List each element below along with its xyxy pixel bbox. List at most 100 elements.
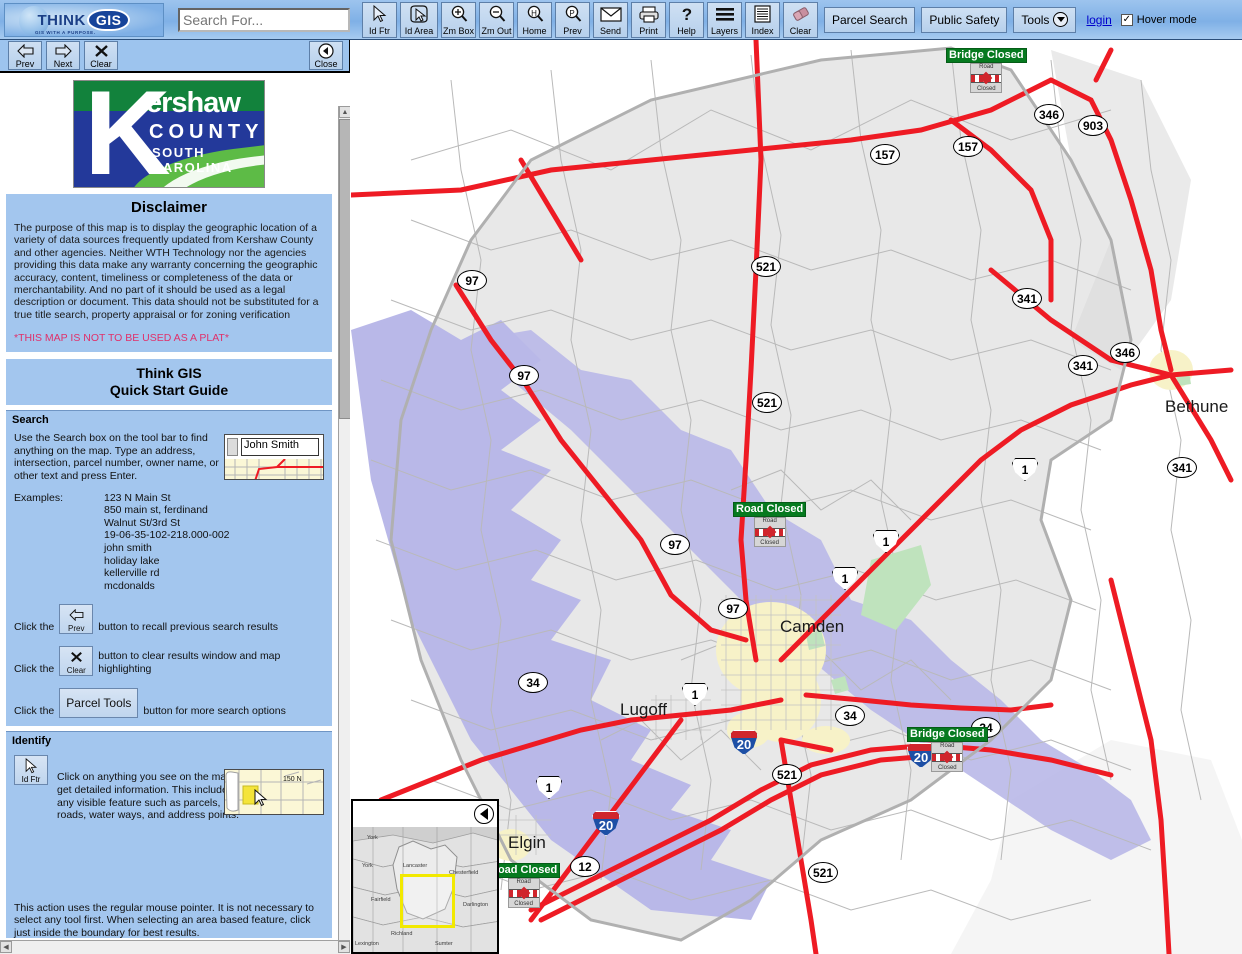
tool-button-id-ftr[interactable]: Id Ftr: [362, 2, 397, 38]
logo-county-text: COUNTY: [149, 121, 263, 144]
hover-mode-label: Hover mode: [1137, 14, 1197, 26]
public-safety-button[interactable]: Public Safety: [921, 7, 1007, 33]
route-shield-97-b: 97: [509, 365, 539, 386]
disclaimer-warning: *THIS MAP IS NOT TO BE USED AS A PLAT*: [6, 326, 332, 352]
city-label-bethune: Bethune: [1165, 397, 1228, 417]
sidebar-prev-button[interactable]: Prev: [8, 41, 42, 70]
route-shield-97-d: 97: [718, 598, 748, 619]
inset-county-label: Sumter: [435, 941, 453, 947]
inset-county-label: York: [367, 835, 378, 841]
hover-mode-toggle[interactable]: ✓ Hover mode: [1121, 14, 1197, 26]
sidebar-vertical-scrollbar[interactable]: ▲ ▼: [338, 106, 350, 954]
route-shield-346-a: 346: [1034, 104, 1064, 125]
closure-marker-road-closed-camden[interactable]: Road Closed Road Closed: [733, 502, 806, 547]
search-examples: Examples: 123 N Main St 850 main st, fer…: [14, 492, 324, 593]
tool-button-id-area[interactable]: Id Area: [400, 2, 438, 38]
hover-mode-checkbox[interactable]: ✓: [1121, 14, 1133, 26]
route-shield-12: 12: [570, 856, 600, 877]
route-shield-341-a: 341: [1012, 288, 1042, 309]
route-shield-346-b: 346: [1110, 342, 1140, 363]
tool-label: Send: [600, 26, 621, 36]
sidebar-clear-label: Clear: [90, 59, 112, 69]
inset-extent-box[interactable]: [400, 874, 455, 928]
area-select-icon: [401, 3, 437, 26]
tools-menu-button[interactable]: Tools: [1013, 7, 1076, 33]
inline-parcel-tools-button[interactable]: Parcel Tools: [59, 688, 138, 718]
tool-button-zm-out[interactable]: Zm Out: [479, 2, 514, 38]
inline-clear-button[interactable]: Clear: [59, 646, 93, 676]
sidebar-close-label: Close: [314, 59, 337, 69]
example-item: kellerville rd: [104, 567, 230, 580]
inset-county-label: Chesterfield: [449, 870, 478, 876]
login-link[interactable]: login: [1086, 13, 1111, 27]
inline-button-label: Id Ftr: [22, 775, 41, 784]
tool-button-clear[interactable]: Clear: [783, 2, 818, 38]
sidebar-horizontal-scrollbar[interactable]: ◀ ▶: [0, 940, 350, 954]
sidebar-next-label: Next: [54, 59, 73, 69]
tool-button-send[interactable]: Send: [593, 2, 628, 38]
scrollbar-thumb[interactable]: [339, 119, 350, 419]
main-toolbar: THINKGIS GIS WITH A PURPOSE. Id Ftr Id A…: [0, 0, 1242, 40]
closure-icon-bottom-text: Closed: [760, 540, 779, 546]
closure-label: Bridge Closed: [946, 48, 1027, 63]
tip-prev-row: Click the Prev button to recall previous…: [14, 604, 324, 634]
tool-label: Print: [639, 26, 658, 36]
closure-bar: [509, 889, 539, 898]
scroll-up-arrow-icon[interactable]: ▲: [339, 106, 350, 118]
tip-suffix: button to recall previous search results: [98, 621, 278, 634]
closure-diamond: [763, 526, 776, 539]
tool-button-index[interactable]: Index: [745, 2, 780, 38]
sidebar-next-button[interactable]: Next: [46, 41, 80, 70]
inset-county-label: Richland: [391, 931, 412, 937]
closure-icon-bottom-text: Closed: [938, 765, 957, 771]
right-arrow-icon: [55, 42, 72, 59]
tool-label: Id Ftr: [369, 26, 390, 36]
inset-collapse-button[interactable]: [474, 804, 494, 824]
identify-section-body: Id Ftr Click on anything you see on the …: [6, 749, 332, 938]
envelope-icon: [594, 3, 627, 26]
cursor-arrow-icon: [24, 756, 38, 775]
closure-marker-bridge-closed-i20[interactable]: Bridge Closed Road Closed: [907, 727, 988, 772]
tool-button-home[interactable]: H Home: [517, 2, 552, 38]
closure-icon-top-text: Road: [516, 879, 530, 885]
sidebar-clear-button[interactable]: Clear: [84, 41, 118, 70]
scroll-left-arrow-icon[interactable]: ◀: [0, 941, 12, 953]
road-closed-icon: Road Closed: [508, 878, 540, 908]
city-label-lugoff: Lugoff: [620, 700, 667, 720]
closure-bar: [755, 528, 785, 537]
inline-id-ftr-button[interactable]: Id Ftr: [14, 755, 48, 785]
tools-label: Tools: [1021, 13, 1049, 27]
closure-marker-bridge-closed-north[interactable]: Bridge Closed Road Closed: [946, 48, 1027, 93]
route-shield-341-b: 341: [1068, 355, 1098, 376]
thumbnail-street-label: 150 N: [283, 776, 302, 783]
tool-button-layers[interactable]: Layers: [707, 2, 742, 38]
sidebar-panel: Prev Next Clear Close: [0, 40, 350, 954]
sidebar-close-button[interactable]: Close: [309, 41, 343, 70]
x-icon: [94, 42, 109, 59]
left-arrow-icon: [17, 42, 34, 59]
printer-icon: [632, 3, 665, 26]
search-section-heading: Search: [6, 410, 332, 428]
map-viewport[interactable]: Bethune Camden Lugoff Elgin 157 157 346 …: [351, 40, 1242, 954]
city-label-camden: Camden: [780, 617, 844, 637]
home-magnifier-icon: H: [518, 3, 551, 26]
closure-label: Road Closed: [733, 502, 806, 517]
chevron-down-icon: [1053, 12, 1068, 27]
tool-button-print[interactable]: Print: [631, 2, 666, 38]
tool-button-prev[interactable]: P Prev: [555, 2, 590, 38]
inline-prev-button[interactable]: Prev: [59, 604, 93, 634]
search-input[interactable]: [178, 8, 350, 32]
overview-inset-map[interactable]: York York Lancaster Chesterfield Fairfie…: [351, 799, 499, 954]
disclaimer-panel: Disclaimer The purpose of this map is to…: [6, 194, 332, 352]
tool-button-zm-box[interactable]: Zm Box: [441, 2, 476, 38]
tool-button-help[interactable]: ? Help: [669, 2, 704, 38]
tip-parcel-tools-row: Click the Parcel Tools button for more s…: [14, 688, 324, 718]
search-section-body: Use the Search box on the tool bar to fi…: [6, 428, 332, 726]
route-shield-521-c: 521: [772, 764, 802, 785]
quick-start-guide-header: Think GIS Quick Start Guide: [6, 359, 332, 405]
route-shield-157-a: 157: [870, 144, 900, 165]
scroll-right-arrow-icon[interactable]: ▶: [338, 941, 350, 953]
guide-title-line2: Quick Start Guide: [6, 382, 332, 399]
parcel-search-button[interactable]: Parcel Search: [824, 7, 915, 33]
zoom-in-icon: [442, 3, 475, 26]
